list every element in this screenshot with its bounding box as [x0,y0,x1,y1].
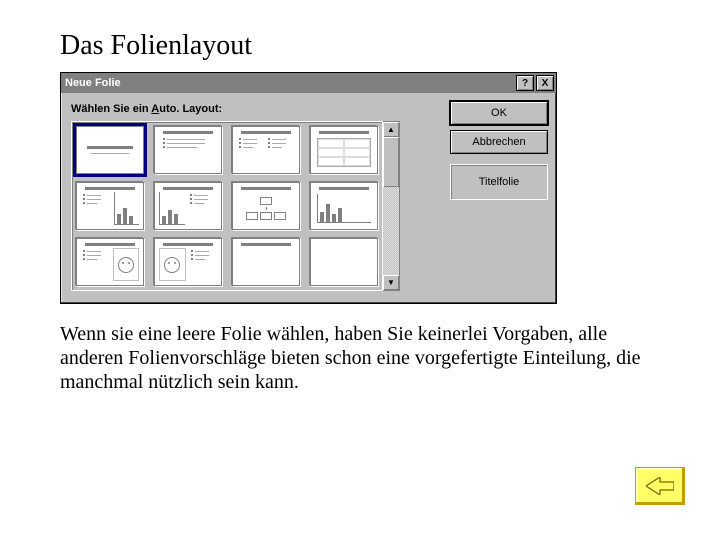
layout-clipart-and-text[interactable] [154,238,222,286]
layout-org-chart[interactable] [232,182,300,230]
layout-chart[interactable] [310,182,378,230]
chevron-down-icon: ▼ [387,278,395,287]
cancel-button[interactable]: Abbrechen [450,130,548,154]
scroll-down-button[interactable]: ▼ [383,275,399,290]
scroll-track[interactable] [383,187,399,275]
help-button[interactable]: ? [516,75,534,91]
question-icon: ? [522,78,528,89]
layout-two-column-text[interactable] [232,126,300,174]
gallery-scrollbar[interactable]: ▲ ▼ [383,121,400,291]
close-icon: X [542,78,549,89]
arrow-left-icon [646,477,674,495]
scroll-up-button[interactable]: ▲ [383,122,399,137]
layout-gallery [71,121,383,291]
scroll-thumb[interactable] [383,137,399,187]
new-slide-dialog: Neue Folie ? X Wählen Sie ein Auto. Layo… [60,72,557,304]
layout-title-slide[interactable] [76,126,144,174]
back-button[interactable] [635,467,685,505]
autolayout-prompt: Wählen Sie ein Auto. Layout: [71,103,440,115]
layout-text-and-clipart[interactable] [76,238,144,286]
layout-blank[interactable] [310,238,378,286]
titlebar: Neue Folie ? X [61,73,556,93]
dialog-title: Neue Folie [65,77,514,89]
page-title: Das Folienlayout [60,30,660,62]
layout-chart-and-text[interactable] [154,182,222,230]
chevron-up-icon: ▲ [387,125,395,134]
layout-text-and-chart[interactable] [76,182,144,230]
layout-title-only[interactable] [232,238,300,286]
selection-name: Titelfolie [450,164,548,200]
layout-table[interactable] [310,126,378,174]
close-button[interactable]: X [536,75,554,91]
layout-bulleted-list[interactable] [154,126,222,174]
explanation-text: Wenn sie eine leere Folie wählen, haben … [60,322,655,394]
ok-button[interactable]: OK [450,101,548,125]
